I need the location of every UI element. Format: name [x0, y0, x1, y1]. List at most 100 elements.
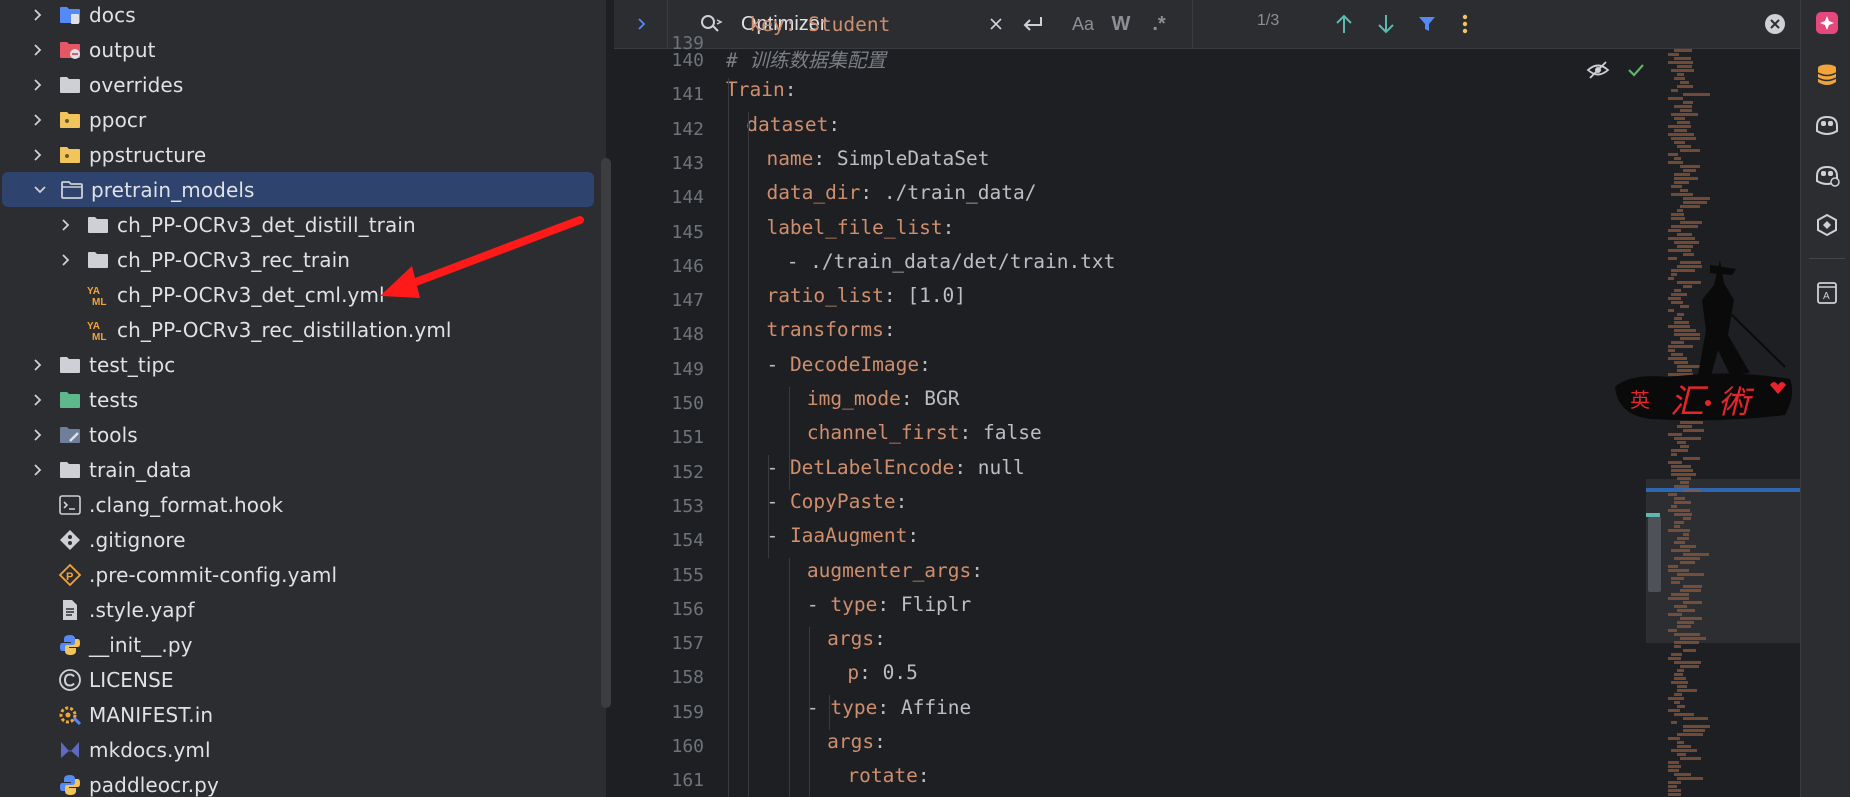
code-line[interactable]: label_file_list: — [766, 216, 954, 250]
tree-scrollbar[interactable] — [601, 158, 611, 708]
code-line[interactable]: # 训练数据集配置 — [726, 44, 886, 78]
copilot-chat-icon[interactable] — [1814, 162, 1840, 188]
tree-item[interactable]: LICENSE — [0, 662, 606, 697]
minimap-line — [1671, 137, 1696, 140]
code-line[interactable]: args: — [827, 730, 886, 764]
minimap-line — [1674, 181, 1689, 184]
tree-item[interactable]: mkdocs.yml — [0, 732, 606, 767]
tree-item[interactable]: docs — [0, 0, 606, 32]
code-line[interactable]: - ./train_data/det/train.txt — [787, 250, 1116, 284]
code-line[interactable]: - IaaAugment: — [766, 524, 919, 558]
code-area[interactable]: key: Student # 训练数据集配置 Train: dataset: name:… — [726, 13, 1726, 797]
tree-item[interactable]: __init__.py — [0, 627, 606, 662]
more-options-icon[interactable] — [1452, 0, 1478, 48]
code-line[interactable]: p: 0.5 — [847, 661, 917, 695]
chevron-right-icon[interactable] — [28, 40, 48, 60]
code-line[interactable]: - type: Fliplr — [807, 593, 971, 627]
tree-item-label: overrides — [89, 72, 184, 97]
code-line[interactable]: augmenter_args: — [807, 559, 983, 593]
ai-assistant-icon[interactable] — [1814, 10, 1840, 36]
filter-icon[interactable] — [1412, 0, 1442, 48]
chevron-right-icon[interactable] — [56, 215, 76, 235]
code-line[interactable]: key: Student — [726, 13, 890, 47]
minimap-line — [1668, 657, 1681, 660]
tree-item[interactable]: pretrain_models — [2, 172, 594, 207]
code-line[interactable]: transforms: — [766, 318, 895, 352]
code-line[interactable]: args: — [827, 627, 886, 661]
minimap-line — [1674, 673, 1683, 676]
code-line[interactable]: - CopyPaste: — [766, 490, 907, 524]
tongyi-lingma-icon[interactable] — [1814, 212, 1840, 238]
code-line[interactable]: dataset: — [746, 113, 840, 147]
code-line[interactable]: img_mode: BGR — [807, 387, 960, 421]
chevron-right-icon[interactable] — [28, 460, 48, 480]
tree-item[interactable]: ch_PP-OCRv3_rec_train — [0, 242, 606, 277]
minimap-line — [1683, 553, 1709, 556]
code-line[interactable]: Train: — [726, 78, 796, 112]
code-line[interactable]: - DecodeImage: — [766, 353, 930, 387]
minimap-line — [1671, 449, 1688, 452]
code-line[interactable]: - DetLabelEncode: null — [766, 456, 1024, 490]
line-number: 145 — [671, 221, 704, 243]
database-icon[interactable] — [1814, 62, 1840, 88]
chevron-right-icon[interactable] — [56, 250, 76, 270]
tree-item[interactable]: tools — [0, 417, 606, 452]
minimap-line — [1677, 625, 1691, 628]
minimap-line — [1668, 153, 1678, 156]
whole-words-button[interactable]: W — [1104, 0, 1138, 48]
tree-item[interactable]: ppocr — [0, 102, 606, 137]
no-problems-check-icon[interactable] — [1626, 60, 1646, 84]
minimap-line — [1668, 785, 1677, 788]
tree-item[interactable]: MANIFEST.in — [0, 697, 606, 732]
minimap-line — [1671, 581, 1680, 584]
clear-search-icon[interactable] — [984, 0, 1008, 48]
translation-icon[interactable]: A — [1814, 280, 1840, 306]
code-line[interactable]: channel_first: false — [807, 421, 1042, 455]
copilot-icon[interactable] — [1814, 112, 1840, 138]
tree-item[interactable]: YA ML ch_PP-OCRv3_det_cml.yml — [0, 277, 606, 312]
tree-item[interactable]: paddleocr.py — [0, 767, 606, 797]
tree-item[interactable]: tests — [0, 382, 606, 417]
precommit-icon: P — [58, 563, 82, 587]
chevron-right-icon[interactable] — [28, 355, 48, 375]
indent-guide — [808, 729, 810, 797]
next-occurrence-icon[interactable] — [1371, 0, 1401, 48]
code-line[interactable]: - type: Affine — [807, 696, 971, 730]
minimap-line — [1677, 689, 1697, 692]
tree-item[interactable]: train_data — [0, 452, 606, 487]
tree-item[interactable]: ppstructure — [0, 137, 606, 172]
code-line[interactable]: rotate: — [847, 764, 929, 797]
chevron-right-icon[interactable] — [28, 390, 48, 410]
chevron-down-icon[interactable] — [30, 180, 50, 200]
chevron-right-icon[interactable] — [28, 75, 48, 95]
code-line[interactable]: name: SimpleDataSet — [766, 147, 989, 181]
tree-item[interactable]: output — [0, 32, 606, 67]
chevron-right-icon[interactable] — [28, 5, 48, 25]
match-case-button[interactable]: Aa — [1064, 0, 1102, 48]
close-find-icon[interactable] — [1760, 0, 1790, 48]
yaml-key: DetLabelEncode — [789, 455, 955, 479]
tree-item[interactable]: P .pre-commit-config.yaml — [0, 557, 606, 592]
minimap-viewport[interactable] — [1646, 479, 1800, 643]
reader-mode-eye-slash-icon[interactable] — [1586, 60, 1610, 84]
code-line[interactable]: ratio_list: [1.0] — [766, 284, 966, 318]
minimap-line — [1683, 585, 1702, 588]
minimap-line — [1674, 713, 1694, 716]
chevron-right-icon[interactable] — [28, 110, 48, 130]
tree-item[interactable]: .clang_format.hook — [0, 487, 606, 522]
tree-item[interactable]: .gitignore — [0, 522, 606, 557]
tree-item[interactable]: .style.yapf — [0, 592, 606, 627]
minimap-line — [1680, 165, 1700, 168]
editor-scroll-thumb[interactable] — [1648, 517, 1661, 592]
tree-item[interactable]: overrides — [0, 67, 606, 102]
regex-button[interactable]: .* — [1142, 0, 1176, 48]
code-line[interactable]: data_dir: ./train_data/ — [766, 181, 1036, 215]
tree-item[interactable]: YA ML ch_PP-OCRv3_rec_distillation.yml — [0, 312, 606, 347]
chevron-right-icon[interactable] — [28, 425, 48, 445]
line-number: 148 — [671, 324, 704, 346]
new-line-icon[interactable] — [1016, 0, 1050, 48]
chevron-right-icon[interactable] — [28, 145, 48, 165]
tree-item[interactable]: test_tipc — [0, 347, 606, 382]
tree-item[interactable]: ch_PP-OCRv3_det_distill_train — [0, 207, 606, 242]
previous-occurrence-icon[interactable] — [1329, 0, 1359, 48]
